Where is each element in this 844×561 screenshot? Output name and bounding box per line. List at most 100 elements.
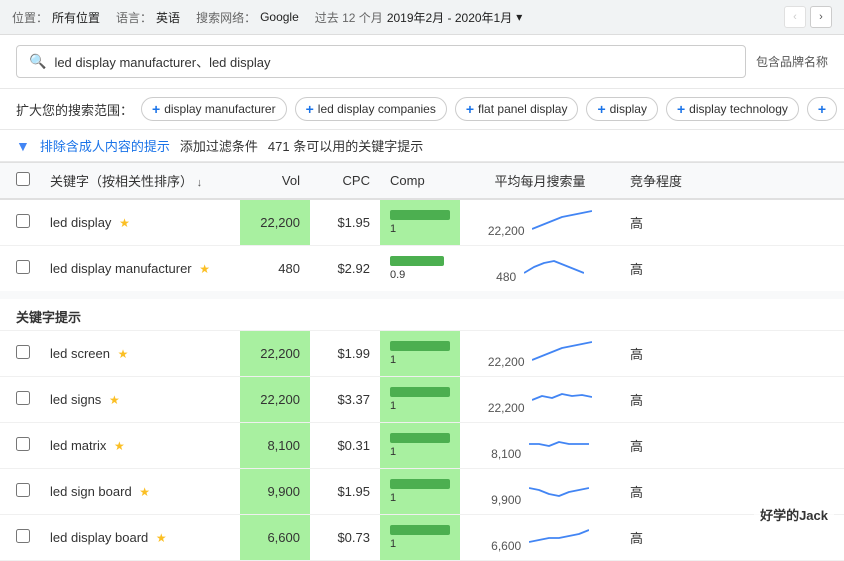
row-checkbox[interactable] [16, 437, 30, 451]
row-checkbox[interactable] [16, 483, 30, 497]
row-competition-cell: 高 [620, 331, 844, 377]
row-checkbox[interactable] [16, 214, 30, 228]
comp-bar-wrap [390, 479, 450, 489]
row-vol-cell: 480 [240, 246, 310, 296]
exclude-adult-link[interactable]: 排除含成人内容的提示 [40, 136, 170, 155]
row-checkbox[interactable] [16, 260, 30, 274]
sparkline-svg [532, 338, 592, 366]
chip-led-display-companies[interactable]: + led display companies [295, 97, 447, 121]
comp-value: 1 [390, 223, 396, 235]
chip-plus-icon: + [306, 101, 314, 117]
header-vol: Vol [240, 163, 310, 200]
language-value: 英语 [156, 9, 180, 26]
comp-bar [390, 387, 450, 397]
star-icon[interactable]: ★ [114, 439, 125, 453]
header-competition: 竞争程度 [620, 163, 844, 200]
period-value: 2019年2月 - 2020年1月 [387, 9, 512, 26]
watermark: 好学的Jack [754, 503, 834, 526]
row-checkbox[interactable] [16, 529, 30, 543]
row-chart-cell: 22,200 [460, 377, 620, 423]
row-check-cell[interactable] [0, 331, 40, 377]
chip-more[interactable]: + [807, 97, 837, 121]
chip-label: display [610, 102, 647, 116]
comp-value: 1 [390, 446, 396, 458]
comp-bar [390, 479, 450, 489]
row-comp-cell: 1 [380, 515, 460, 561]
star-icon[interactable]: ★ [119, 216, 130, 230]
row-chart-cell: 22,200 [460, 331, 620, 377]
row-keyword-cell: led signs ★ [40, 377, 240, 423]
row-check-cell[interactable] [0, 469, 40, 515]
select-all-checkbox[interactable] [16, 172, 30, 186]
chip-display-manufacturer[interactable]: + display manufacturer [141, 97, 287, 121]
chip-display[interactable]: + display [586, 97, 658, 121]
language-label: 语言： [116, 9, 152, 26]
table-row: led sign board ★ 9,900 $1.95 1 9,900 高 [0, 469, 844, 515]
sparkline-svg [532, 384, 592, 412]
row-cpc-cell: $2.92 [310, 246, 380, 296]
star-icon[interactable]: ★ [156, 531, 167, 545]
monthly-vol: 9,900 [491, 493, 521, 507]
table-wrap: 关键字（按相关性排序） ↓ Vol CPC Comp 平均每月搜索量 竞争程度 … [0, 162, 844, 561]
row-checkbox[interactable] [16, 391, 30, 405]
keyword-text: led signs [50, 392, 101, 407]
section-header-cell: 关键字提示 [0, 295, 844, 331]
filter-icon: ▼ [16, 138, 30, 154]
monthly-vol: 8,100 [491, 447, 521, 461]
chip-display-technology[interactable]: + display technology [666, 97, 799, 121]
filter-bar: ▼ 排除含成人内容的提示 添加过滤条件 471 条可以用的关键字提示 [0, 130, 844, 162]
row-chart-cell: 8,100 [460, 423, 620, 469]
row-vol-cell: 9,900 [240, 469, 310, 515]
table-body: led display ★ 22,200 $1.95 1 22,200 高 le… [0, 199, 844, 561]
period-item[interactable]: 过去 12 个月 2019年2月 - 2020年1月 ▾ [315, 9, 522, 26]
row-check-cell[interactable] [0, 423, 40, 469]
comp-bar-wrap [390, 525, 450, 535]
row-check-cell[interactable] [0, 515, 40, 561]
row-check-cell[interactable] [0, 246, 40, 296]
search-box[interactable]: 🔍 led display manufacturer、led display [16, 45, 746, 78]
row-comp-cell: 1 [380, 199, 460, 246]
nav-arrows: ‹ › [784, 6, 832, 28]
comp-bar-wrap [390, 433, 450, 443]
brand-label: 包含品牌名称 [756, 53, 828, 70]
keyword-text: led matrix [50, 438, 106, 453]
nav-forward-button[interactable]: › [810, 6, 832, 28]
comp-bar-wrap [390, 387, 450, 397]
chip-more-icon: + [818, 101, 826, 117]
row-comp-cell: 1 [380, 377, 460, 423]
search-area: 🔍 led display manufacturer、led display 包… [0, 35, 844, 89]
row-cpc-cell: $1.99 [310, 331, 380, 377]
row-keyword-cell: led screen ★ [40, 331, 240, 377]
location-item: 位置： 所有位置 [12, 9, 100, 26]
table-header-row: 关键字（按相关性排序） ↓ Vol CPC Comp 平均每月搜索量 竞争程度 [0, 163, 844, 200]
network-item: 搜索网络： Google [196, 9, 299, 26]
star-icon[interactable]: ★ [118, 347, 129, 361]
table-row: led display manufacturer ★ 480 $2.92 0.9… [0, 246, 844, 296]
row-check-cell[interactable] [0, 199, 40, 246]
row-vol-cell: 8,100 [240, 423, 310, 469]
keyword-text: led display board [50, 530, 148, 545]
row-vol-cell: 22,200 [240, 331, 310, 377]
monthly-vol: 6,600 [491, 539, 521, 553]
star-icon[interactable]: ★ [109, 393, 120, 407]
row-keyword-cell: led sign board ★ [40, 469, 240, 515]
header-check[interactable] [0, 163, 40, 200]
comp-value: 1 [390, 354, 396, 366]
comp-bar [390, 210, 450, 220]
comp-value: 0.9 [390, 269, 405, 281]
network-label: 搜索网络： [196, 9, 256, 26]
star-icon[interactable]: ★ [139, 485, 150, 499]
nav-back-button[interactable]: ‹ [784, 6, 806, 28]
keyword-text: led display [50, 215, 111, 230]
star-icon[interactable]: ★ [199, 262, 210, 276]
row-checkbox[interactable] [16, 345, 30, 359]
row-keyword-cell: led matrix ★ [40, 423, 240, 469]
row-cpc-cell: $1.95 [310, 199, 380, 246]
row-check-cell[interactable] [0, 377, 40, 423]
period-label: 过去 12 个月 [315, 9, 383, 26]
chip-label: display manufacturer [164, 102, 275, 116]
row-chart-cell: 9,900 [460, 469, 620, 515]
chip-flat-panel-display[interactable]: + flat panel display [455, 97, 579, 121]
add-filter-link[interactable]: 添加过滤条件 [180, 136, 258, 155]
header-keyword[interactable]: 关键字（按相关性排序） ↓ [40, 163, 240, 200]
